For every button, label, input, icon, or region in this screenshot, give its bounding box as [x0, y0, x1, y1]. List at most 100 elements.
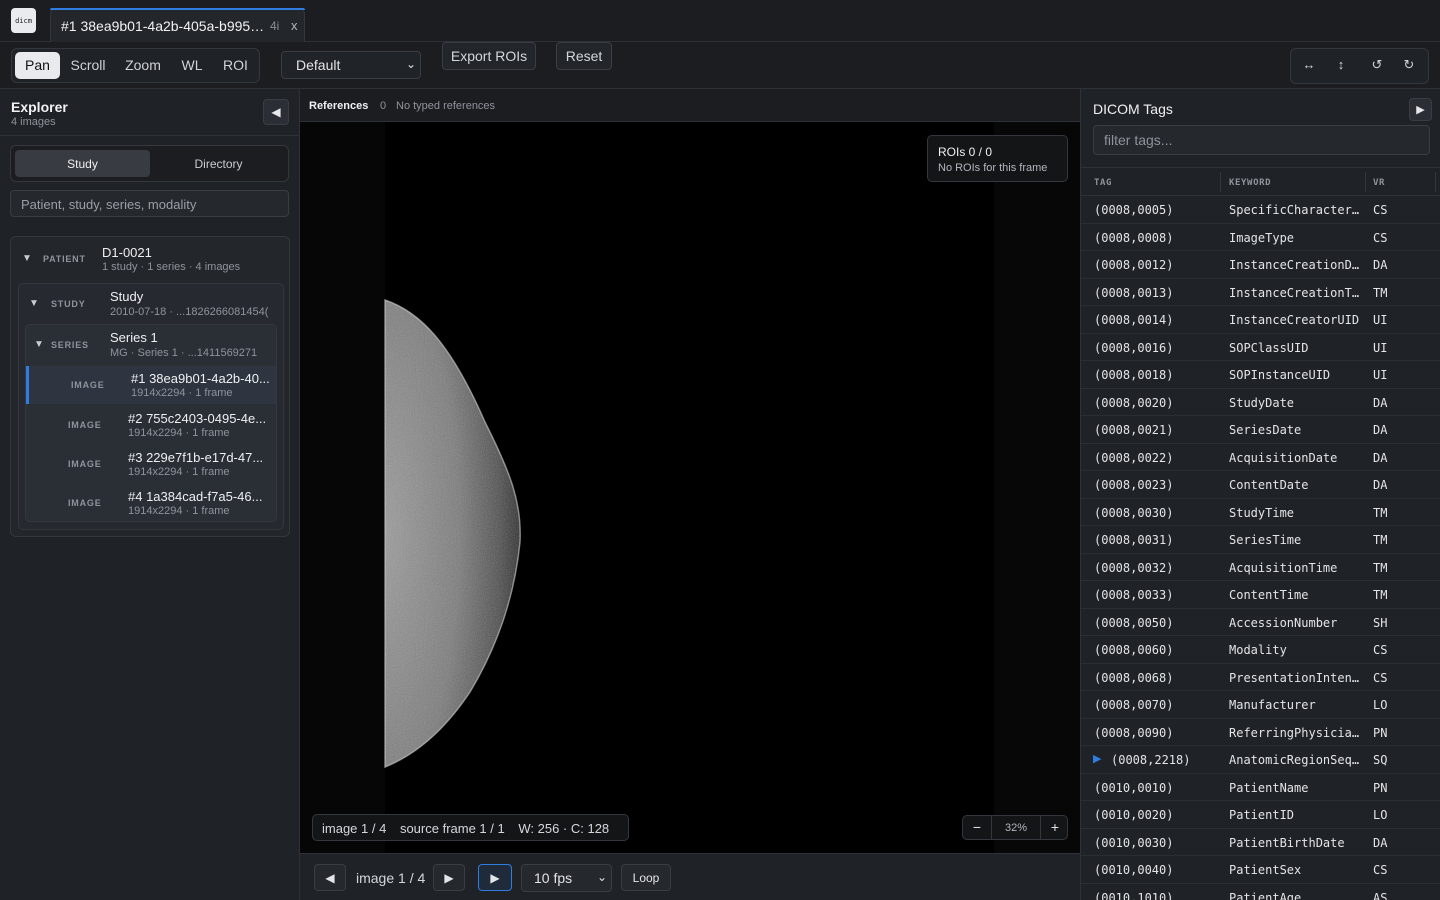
column-separator: [1435, 172, 1436, 192]
tag-row[interactable]: (0008,0030) StudyTime TM: [1081, 499, 1440, 526]
expand-patient-icon[interactable]: ▼: [22, 253, 32, 264]
tag-row[interactable]: (0008,0005) SpecificCharacterSet CS: [1081, 196, 1440, 224]
collapse-tags-icon[interactable]: ▶: [1409, 98, 1432, 121]
column-tag[interactable]: TAG: [1094, 178, 1112, 188]
image-name: #1 38ea9b01-4a2b-40...: [131, 371, 270, 386]
study-summary: 2010-07-18 · ...1826266081454(: [110, 306, 269, 318]
zoom-in-button[interactable]: +: [1041, 819, 1069, 835]
tag-row[interactable]: (0008,0012) InstanceCreationDate DA: [1081, 251, 1440, 279]
tag-row[interactable]: (0008,0060) Modality CS: [1081, 636, 1440, 664]
study-tree: ▼ PATIENT D1-0021 1 study · 1 series · 4…: [10, 236, 290, 537]
expand-series-icon[interactable]: ▼: [34, 339, 44, 350]
tag-row[interactable]: (0008,0090) ReferringPhysicianName PN: [1081, 719, 1440, 746]
tag-row[interactable]: (0008,0021) SeriesDate DA: [1081, 416, 1440, 444]
image-row-2[interactable]: IMAGE #2 755c2403-0495-4e... 1914x2294 ·…: [26, 406, 276, 444]
tag-code: (0008,0022): [1094, 450, 1174, 465]
tag-vr: DA: [1373, 395, 1388, 410]
tag-vr: SQ: [1373, 753, 1388, 767]
tool-wl-button[interactable]: WL: [174, 52, 210, 79]
flip-horizontal-icon[interactable]: ↔: [1293, 57, 1325, 72]
tag-row[interactable]: ▶ (0008,2218) AnatomicRegionSequence SQ: [1081, 746, 1440, 774]
tag-row[interactable]: (0008,0016) SOPClassUID UI: [1081, 334, 1440, 361]
study-name[interactable]: Study: [110, 289, 143, 304]
patient-name[interactable]: D1-0021: [102, 245, 152, 260]
viewport-canvas[interactable]: ROIs 0 / 0 No ROIs for this frame image …: [300, 122, 1080, 853]
tag-code: (0010,0030): [1094, 835, 1174, 850]
tab-image-1[interactable]: #1 38ea9b01-4a2b-405a-b995-e... 4i x: [50, 8, 305, 42]
tag-row[interactable]: (0008,0020) StudyDate DA: [1081, 389, 1440, 416]
tool-pan-button[interactable]: Pan: [15, 52, 60, 79]
app-logo[interactable]: dicm: [11, 8, 36, 33]
loop-button[interactable]: Loop: [621, 864, 671, 891]
tool-roi-button[interactable]: ROI: [216, 52, 255, 79]
tag-row[interactable]: (0008,0032) AcquisitionTime TM: [1081, 554, 1440, 581]
preset-select[interactable]: Default ⌄: [281, 51, 421, 79]
tag-row[interactable]: (0010,1010) PatientAge AS: [1081, 884, 1440, 900]
image-row-4[interactable]: IMAGE #4 1a384cad-f7a5-46... 1914x2294 ·…: [26, 484, 276, 522]
tag-vr: UI: [1373, 368, 1388, 382]
tag-code: (0008,0068): [1094, 670, 1174, 685]
playback-bar: ◀ image 1 / 4 ▶ ▶ 10 fps ⌄ Loop: [300, 853, 1080, 900]
tag-row[interactable]: (0008,0033) ContentTime TM: [1081, 581, 1440, 609]
tag-row[interactable]: (0008,0023) ContentDate DA: [1081, 471, 1440, 499]
tag-row[interactable]: (0008,0018) SOPInstanceUID UI: [1081, 361, 1440, 389]
source-frame: source frame 1 / 1: [399, 821, 505, 836]
play-button[interactable]: ▶: [478, 864, 512, 891]
previous-image-button[interactable]: ◀: [314, 864, 346, 891]
tag-vr: DA: [1373, 423, 1388, 437]
tag-keyword: StudyDate: [1229, 395, 1295, 410]
tag-filter-input[interactable]: filter tags...: [1093, 125, 1430, 155]
tag-vr: UI: [1373, 340, 1388, 355]
rotate-left-icon[interactable]: ↺: [1361, 57, 1393, 73]
fps-select[interactable]: 10 fps ⌄: [521, 864, 612, 892]
tag-keyword: AcquisitionTime: [1229, 560, 1338, 575]
tag-row[interactable]: (0008,0070) Manufacturer LO: [1081, 691, 1440, 719]
tag-row[interactable]: (0008,0031) SeriesTime TM: [1081, 526, 1440, 554]
column-vr[interactable]: VR: [1373, 178, 1385, 188]
expand-study-icon[interactable]: ▼: [29, 298, 39, 309]
tag-code: (0008,0033): [1094, 588, 1174, 602]
tag-row[interactable]: (0008,0050) AccessionNumber SH: [1081, 609, 1440, 636]
zoom-out-button[interactable]: −: [963, 819, 991, 835]
series-kind: SERIES: [51, 340, 89, 350]
tag-row[interactable]: (0008,0068) PresentationIntentType CS: [1081, 664, 1440, 691]
rotate-right-icon[interactable]: ↻: [1393, 57, 1425, 73]
expand-sequence-icon[interactable]: ▶: [1093, 752, 1101, 765]
series-name[interactable]: Series 1: [110, 330, 158, 345]
series-node: ▼ SERIES Series 1 MG · Series 1 · ...141…: [25, 324, 277, 522]
dicom-tags-title: DICOM Tags: [1093, 101, 1173, 117]
divider: [0, 135, 299, 136]
image-row-1[interactable]: IMAGE #1 38ea9b01-4a2b-40... 1914x2294 ·…: [26, 366, 276, 404]
fps-value: 10 fps: [534, 870, 573, 886]
tag-row[interactable]: (0008,0022) AcquisitionDate DA: [1081, 444, 1440, 471]
tag-keyword: InstanceCreatorUID: [1229, 313, 1360, 327]
tag-keyword: ImageType: [1229, 230, 1295, 245]
tag-row[interactable]: (0010,0040) PatientSex CS: [1081, 856, 1440, 884]
next-image-button[interactable]: ▶: [433, 864, 465, 891]
tool-zoom-button[interactable]: Zoom: [118, 52, 168, 79]
tag-vr: CS: [1373, 670, 1388, 685]
tab-study[interactable]: Study: [15, 150, 150, 177]
tag-row[interactable]: (0010,0030) PatientBirthDate DA: [1081, 829, 1440, 856]
tag-keyword: ContentDate: [1229, 478, 1309, 492]
tag-row[interactable]: (0008,0008) ImageType CS: [1081, 224, 1440, 251]
tag-code: (0008,0023): [1094, 478, 1174, 492]
image-row-3[interactable]: IMAGE #3 229e7f1b-e17d-47... 1914x2294 ·…: [26, 445, 276, 483]
column-keyword[interactable]: KEYWORD: [1229, 178, 1271, 188]
reset-button[interactable]: Reset: [556, 42, 612, 70]
tag-row[interactable]: (0008,0014) InstanceCreatorUID UI: [1081, 306, 1440, 334]
zoom-level: 32%: [991, 816, 1041, 839]
tab-directory[interactable]: Directory: [151, 150, 286, 177]
tag-row[interactable]: (0010,0020) PatientID LO: [1081, 801, 1440, 829]
tag-row[interactable]: (0010,0010) PatientName PN: [1081, 774, 1440, 801]
tag-keyword: AccessionNumber: [1229, 615, 1338, 630]
explorer-search-input[interactable]: Patient, study, series, modality: [10, 190, 289, 217]
tag-keyword: PatientBirthDate: [1229, 835, 1345, 850]
tool-scroll-button[interactable]: Scroll: [63, 52, 113, 79]
tab-close-icon[interactable]: x: [291, 18, 298, 33]
collapse-explorer-icon[interactable]: ◀: [263, 99, 289, 125]
export-rois-button[interactable]: Export ROIs: [442, 42, 536, 70]
tab-bar: dicm #1 38ea9b01-4a2b-405a-b995-e... 4i …: [0, 0, 1440, 42]
flip-vertical-icon[interactable]: ↕: [1325, 57, 1357, 72]
tag-row[interactable]: (0008,0013) InstanceCreationTime TM: [1081, 279, 1440, 306]
